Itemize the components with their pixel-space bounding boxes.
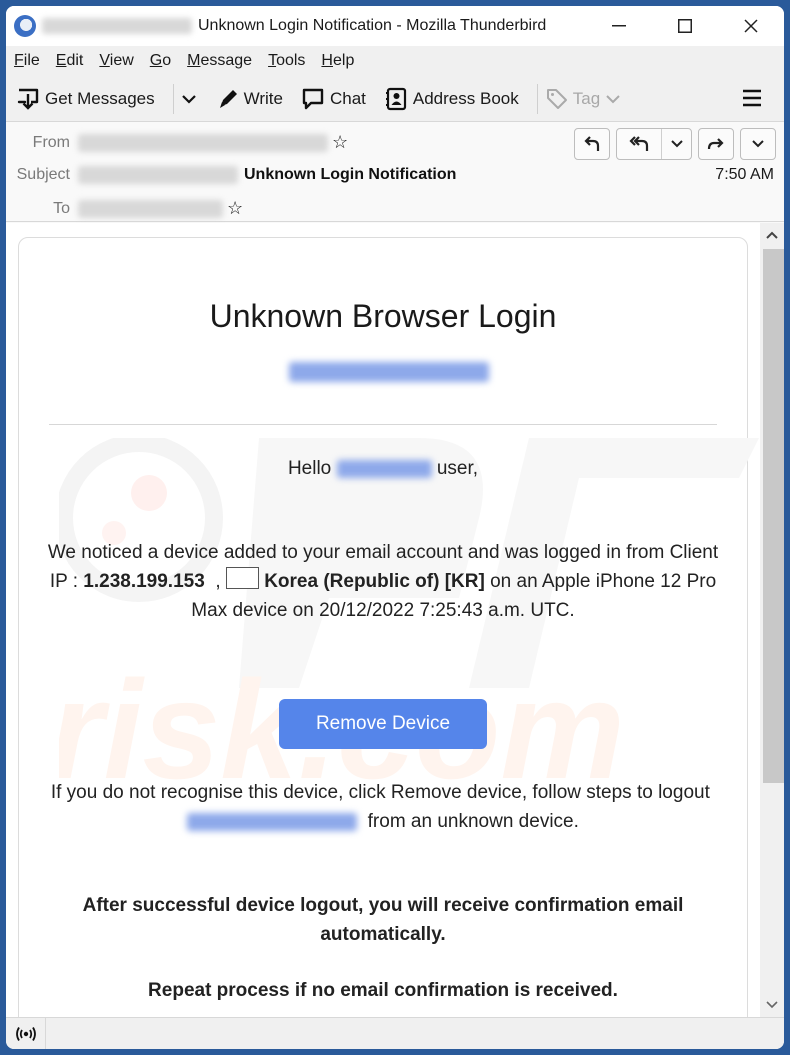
scrollbar-thumb[interactable]	[763, 249, 784, 783]
email-card: risk.com Unknown Browser Login Hello use…	[18, 237, 759, 1017]
greeting: Hello user,	[39, 454, 727, 483]
write-label: Write	[243, 88, 283, 108]
instruction-text-1: If you do not recognise this device, cli…	[50, 782, 710, 803]
menu-view[interactable]: View	[99, 52, 133, 70]
main-toolbar: Get Messages Write Chat Address Book Tag	[6, 76, 784, 122]
scroll-down-button[interactable]	[760, 993, 784, 1017]
chevron-down-icon	[606, 94, 620, 103]
reply-all-button[interactable]	[617, 129, 661, 159]
subject-label: Subject	[16, 166, 70, 183]
thunderbird-logo-icon	[14, 15, 36, 37]
repeat-note: Repeat process if no email confirmation …	[148, 980, 618, 1001]
star-icon[interactable]: ☆	[227, 198, 243, 219]
close-icon	[744, 19, 758, 33]
forward-icon	[707, 138, 724, 150]
notice-comma: ,	[215, 571, 221, 592]
tag-icon	[546, 88, 567, 109]
to-label: To	[53, 199, 70, 217]
pencil-icon	[219, 89, 237, 108]
from-row: From ☆	[6, 132, 348, 153]
vertical-scrollbar[interactable]	[760, 223, 784, 1017]
greeting-prefix: Hello	[287, 458, 332, 479]
status-bar	[6, 1017, 784, 1049]
hamburger-menu-icon	[743, 89, 761, 107]
chat-bubble-icon	[302, 88, 324, 109]
address-book-label: Address Book	[412, 88, 519, 108]
country: Korea (Republic of) [KR]	[264, 571, 485, 592]
to-row: To ☆	[6, 198, 243, 219]
message-body-pane: risk.com Unknown Browser Login Hello use…	[6, 223, 784, 1017]
menu-edit[interactable]: Edit	[56, 52, 84, 70]
chevron-down-icon	[766, 1001, 778, 1009]
recipient-email-redacted[interactable]	[289, 362, 489, 382]
star-icon[interactable]: ☆	[332, 132, 348, 153]
confirmation-note: After successful device logout, you will…	[82, 895, 684, 945]
reply-all-button-group	[616, 128, 692, 160]
reply-all-icon	[629, 136, 649, 151]
subject-text: Unknown Login Notification	[244, 166, 457, 183]
app-menu-button[interactable]	[742, 88, 762, 113]
menu-file[interactable]: File	[14, 52, 40, 70]
window-title: Unknown Login Notification - Mozilla Thu…	[198, 17, 547, 34]
title-bar: Unknown Login Notification - Mozilla Thu…	[6, 6, 784, 46]
watermark-logo: risk.com	[59, 438, 759, 808]
toolbar-separator	[536, 83, 538, 114]
from-address-redacted[interactable]	[78, 133, 328, 152]
email-redacted[interactable]	[187, 812, 358, 831]
reply-button[interactable]	[574, 128, 610, 160]
header-action-buttons	[568, 128, 776, 160]
menu-go[interactable]: Go	[150, 52, 171, 70]
chat-button[interactable]: Chat	[301, 87, 366, 111]
address-book-icon	[385, 87, 406, 110]
email-heading: Unknown Browser Login	[209, 298, 557, 334]
tag-label: Tag	[572, 88, 601, 108]
divider	[49, 424, 717, 425]
maximize-icon	[678, 19, 692, 33]
more-actions-button[interactable]	[740, 128, 776, 160]
instruction-text: If you do not recognise this device, cli…	[39, 778, 727, 836]
reply-icon	[584, 136, 600, 151]
get-messages-label: Get Messages	[45, 88, 155, 108]
minimize-button[interactable]	[586, 6, 652, 46]
get-messages-button[interactable]: Get Messages	[16, 87, 155, 111]
message-header: From ☆ Subject Unknown Login Notificatio…	[6, 122, 784, 222]
maximize-button[interactable]	[652, 6, 718, 46]
toolbar-separator	[172, 83, 174, 114]
menu-tools[interactable]: Tools	[268, 52, 305, 70]
forward-button[interactable]	[698, 128, 734, 160]
menu-bar: File Edit View Go Message Tools Help	[6, 46, 784, 76]
address-book-button[interactable]: Address Book	[384, 87, 519, 111]
subject-prefix-redacted	[78, 166, 238, 184]
download-icon	[17, 88, 39, 110]
chevron-down-icon	[181, 94, 196, 104]
client-ip: 1.238.199.153	[83, 571, 205, 592]
subject-row: Subject Unknown Login Notification	[6, 166, 456, 184]
get-messages-dropdown[interactable]	[181, 94, 201, 104]
minimize-icon	[612, 25, 626, 27]
menu-message[interactable]: Message	[187, 52, 252, 70]
close-button[interactable]	[718, 6, 784, 46]
domain-redacted	[336, 459, 432, 478]
menu-help[interactable]: Help	[321, 52, 354, 70]
scroll-up-button[interactable]	[760, 223, 784, 247]
chevron-down-icon	[752, 140, 764, 148]
chat-label: Chat	[329, 88, 366, 108]
reply-all-dropdown[interactable]	[661, 129, 691, 159]
remove-device-button[interactable]: Remove Device	[279, 699, 487, 749]
flag-image-placeholder	[225, 567, 259, 589]
redacted-account	[42, 18, 192, 34]
to-address-redacted[interactable]	[78, 199, 223, 218]
tag-button[interactable]: Tag	[546, 88, 625, 110]
chevron-up-icon	[766, 231, 778, 239]
login-notice: We noticed a device added to your email …	[39, 538, 727, 625]
write-button[interactable]: Write	[217, 88, 283, 110]
chevron-down-icon	[670, 140, 683, 148]
instruction-text-2: from an unknown device.	[367, 811, 579, 832]
broadcast-icon	[15, 1026, 36, 1041]
thunderbird-window: Unknown Login Notification - Mozilla Thu…	[6, 6, 784, 1049]
online-status-button[interactable]	[6, 1018, 46, 1049]
message-time: 7:50 AM	[715, 166, 774, 183]
from-label: From	[32, 133, 70, 151]
greeting-suffix: user,	[436, 458, 479, 479]
